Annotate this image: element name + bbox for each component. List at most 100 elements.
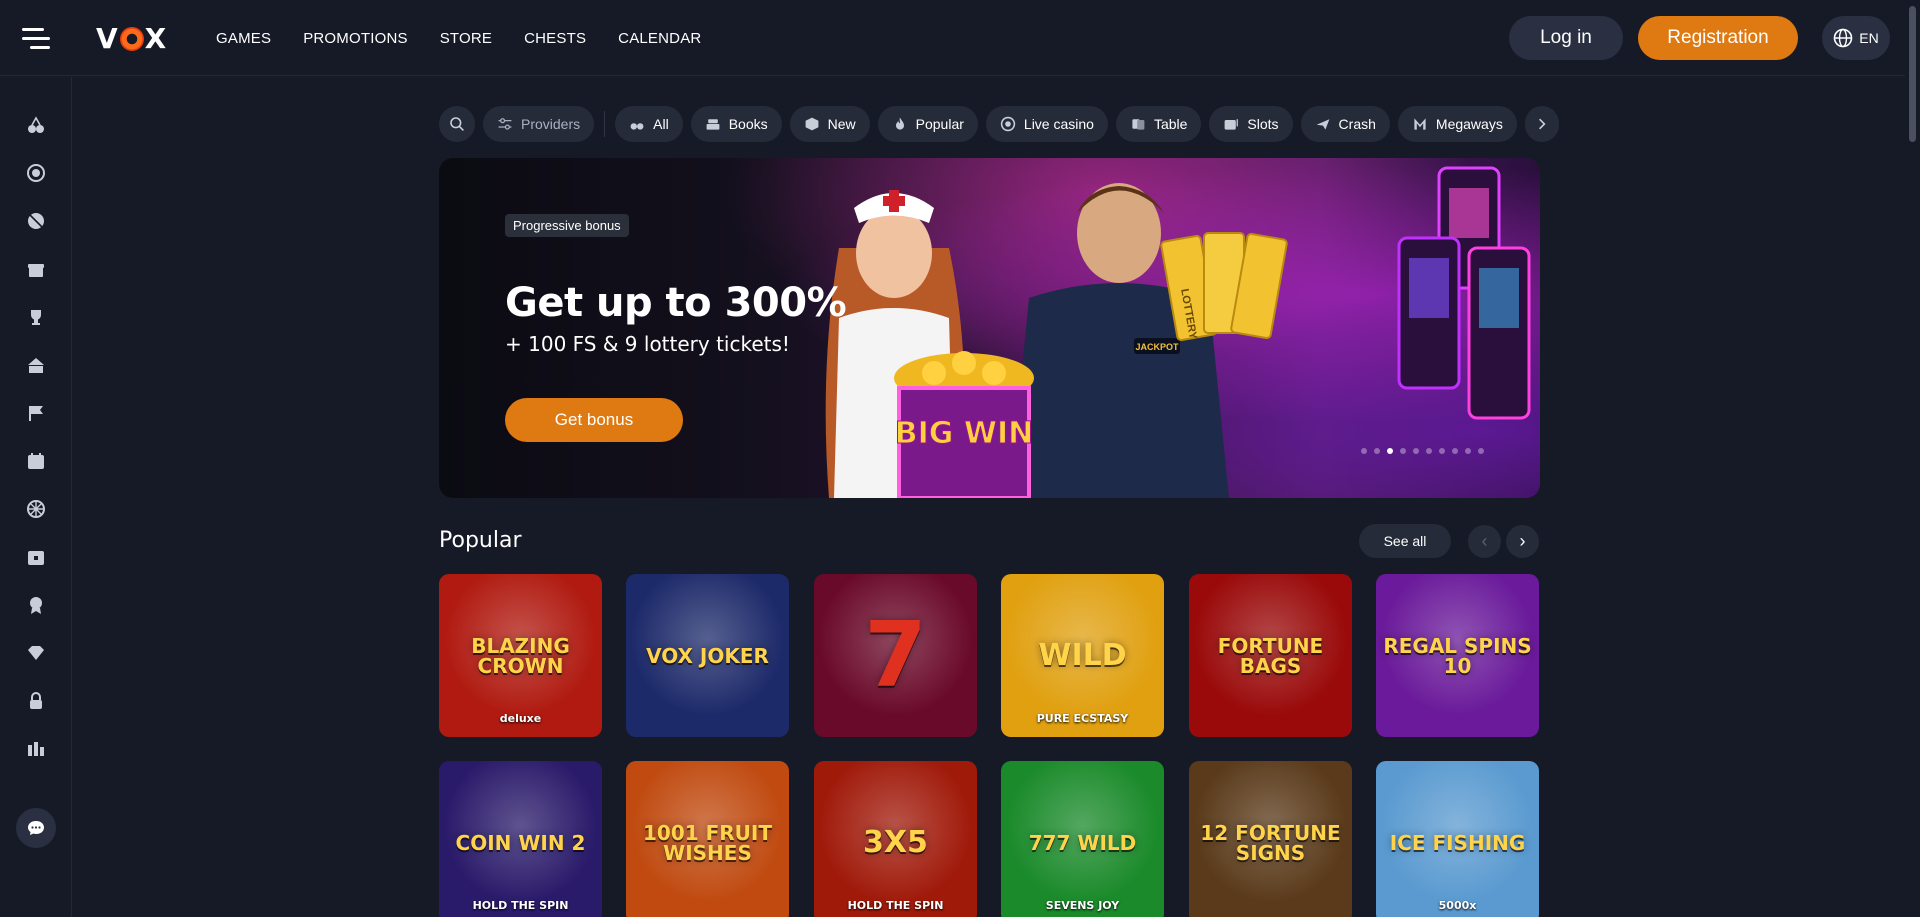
wheel-icon[interactable] — [26, 499, 46, 519]
globe-icon — [1833, 28, 1853, 48]
category-label: New — [827, 116, 856, 132]
game-tile[interactable]: COIN WIN 2 HOLD THE SPIN — [439, 761, 602, 917]
carousel-dot[interactable] — [1374, 448, 1380, 454]
page-scrollbar[interactable] — [1905, 0, 1920, 917]
carousel-dot[interactable] — [1361, 448, 1367, 454]
game-subtitle: HOLD THE SPIN — [472, 899, 569, 912]
scrollbar-thumb[interactable] — [1909, 6, 1916, 142]
game-title: VOX JOKER — [646, 643, 769, 668]
nav-chests[interactable]: CHESTS — [524, 30, 586, 47]
carousel-dot[interactable] — [1426, 448, 1432, 454]
game-tile[interactable]: 777 WILD SEVENS JOY — [1001, 761, 1164, 917]
game-tile[interactable]: FORTUNE BAGS — [1189, 574, 1352, 737]
game-title: 3X5 — [863, 824, 928, 860]
game-title: ICE FISHING — [1389, 830, 1526, 855]
carousel-dot[interactable] — [1400, 448, 1406, 454]
ball-icon[interactable] — [26, 211, 46, 231]
carousel-dot[interactable] — [1452, 448, 1458, 454]
get-bonus-button[interactable]: Get bonus — [505, 398, 683, 442]
game-tile[interactable]: ICE FISHING 5000x — [1376, 761, 1539, 917]
carousel-dot[interactable] — [1439, 448, 1445, 454]
game-title: WILD — [1038, 637, 1127, 673]
nav-calendar[interactable]: CALENDAR — [618, 30, 701, 47]
diamond-icon[interactable] — [26, 643, 46, 663]
game-tile[interactable]: BLAZING CROWN deluxe — [439, 574, 602, 737]
game-title: FORTUNE BAGS — [1217, 633, 1324, 678]
game-tile[interactable]: 1001 FRUIT WISHES — [626, 761, 789, 917]
cards-icon — [1132, 119, 1145, 130]
chip-icon — [1000, 116, 1016, 132]
providers-label: Providers — [521, 116, 581, 132]
cherry-icon — [630, 123, 644, 130]
carousel-next-button[interactable]: › — [1506, 525, 1539, 558]
logo-o-icon — [119, 26, 144, 51]
chest-icon[interactable] — [26, 547, 46, 567]
menu-icon[interactable] — [22, 28, 50, 50]
game-tile[interactable]: 7 — [814, 574, 977, 737]
cash-icon[interactable] — [26, 355, 46, 375]
carousel-dot[interactable] — [1413, 448, 1419, 454]
cube-icon — [805, 117, 819, 131]
category-megaways[interactable]: Megaways — [1397, 106, 1517, 142]
search-button[interactable] — [439, 106, 475, 142]
filter-divider — [604, 111, 606, 137]
carousel-prev-button[interactable]: ‹ — [1468, 525, 1501, 558]
category-live-casino[interactable]: Live casino — [985, 106, 1108, 142]
game-tile[interactable]: REGAL SPINS 10 — [1376, 574, 1539, 737]
login-button[interactable]: Log in — [1509, 16, 1623, 60]
big-win-box-art: BIG WIN — [894, 351, 1034, 498]
providers-button[interactable]: Providers — [483, 106, 595, 142]
registration-button[interactable]: Registration — [1638, 16, 1798, 60]
game-tile[interactable]: VOX JOKER — [626, 574, 789, 737]
language-selector[interactable]: EN — [1822, 16, 1890, 60]
category-label: Live casino — [1023, 116, 1094, 132]
search-icon — [450, 117, 464, 131]
nav-promotions[interactable]: PROMOTIONS — [303, 30, 408, 47]
filters-next-button[interactable] — [1524, 106, 1559, 142]
category-all[interactable]: All — [615, 106, 683, 142]
calendar-icon[interactable] — [26, 451, 46, 471]
game-subtitle: SEVENS JOY — [1045, 899, 1120, 912]
nav-store[interactable]: STORE — [440, 30, 492, 47]
game-subtitle: deluxe — [499, 712, 542, 725]
category-popular[interactable]: Popular — [877, 106, 978, 142]
top-header: VX GAMES PROMOTIONS STORE CHESTS CALENDA… — [0, 0, 1905, 76]
stats-icon[interactable] — [26, 739, 46, 759]
category-slots[interactable]: Slots — [1209, 106, 1293, 142]
game-tile[interactable]: 3X5 HOLD THE SPIN — [814, 761, 977, 917]
main-nav: GAMES PROMOTIONS STORE CHESTS CALENDAR — [216, 30, 733, 47]
chat-button[interactable] — [16, 808, 56, 848]
lock-icon[interactable] — [26, 691, 46, 711]
sliders-icon — [498, 118, 512, 130]
category-new[interactable]: New — [789, 106, 870, 142]
logo-x: X — [144, 22, 168, 55]
popular-section-title: Popular — [439, 528, 522, 553]
see-all-button[interactable]: See all — [1359, 524, 1451, 558]
game-title: 1001 FRUIT WISHES — [642, 820, 772, 865]
flags-icon[interactable] — [26, 403, 46, 423]
carousel-dot[interactable] — [1478, 448, 1484, 454]
gift-icon[interactable] — [26, 259, 46, 279]
category-table[interactable]: Table — [1115, 106, 1202, 142]
target-icon[interactable] — [26, 163, 46, 183]
cherry-icon[interactable] — [26, 115, 46, 135]
game-title: 777 WILD — [1028, 830, 1137, 855]
sidebar — [0, 77, 72, 917]
category-label: Popular — [915, 116, 964, 132]
category-label: Megaways — [1435, 116, 1503, 132]
promo-banner[interactable]: JACKPOT LOTTERY BIG WIN Progressive bonu… — [439, 158, 1540, 498]
vox-logo[interactable]: VX — [96, 22, 167, 55]
game-tile[interactable]: WILD PURE ECSTASY — [1001, 574, 1164, 737]
category-crash[interactable]: Crash — [1300, 106, 1390, 142]
badge-icon[interactable] — [26, 595, 46, 615]
trophy-icon[interactable] — [26, 307, 46, 327]
game-title: COIN WIN 2 — [455, 830, 586, 855]
category-label: Table — [1153, 116, 1188, 132]
game-title: 7 — [864, 602, 927, 708]
category-books[interactable]: Books — [690, 106, 782, 142]
plane-icon — [1316, 119, 1329, 130]
game-tile[interactable]: 12 FORTUNE SIGNS — [1189, 761, 1352, 917]
nav-games[interactable]: GAMES — [216, 30, 271, 47]
carousel-dot[interactable] — [1387, 448, 1393, 454]
carousel-dot[interactable] — [1465, 448, 1471, 454]
